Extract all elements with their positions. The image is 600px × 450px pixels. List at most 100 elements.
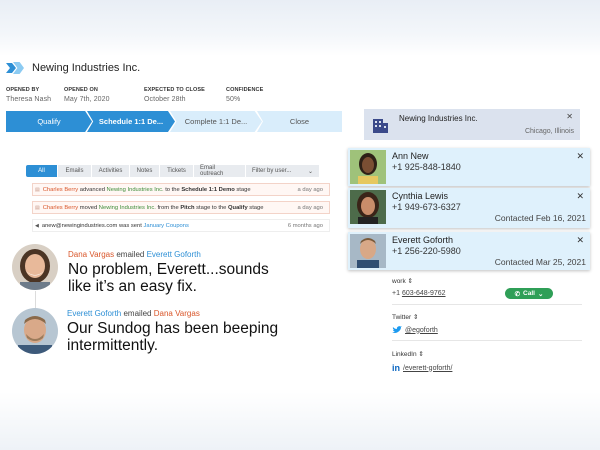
- stage-schedule-demo[interactable]: Schedule 1:1 De...: [87, 111, 175, 132]
- feed-text: was sent: [117, 222, 144, 229]
- avatar: [12, 244, 58, 290]
- contact-phone[interactable]: +1 925-848-1840: [392, 162, 461, 172]
- feed-stage: Qualify: [228, 204, 248, 211]
- call-button-label: Call: [523, 290, 535, 297]
- feed-item[interactable]: ▤ Charles Berry advanced Newing Industri…: [32, 183, 330, 196]
- sort-icon: ⇕: [407, 278, 413, 285]
- tab-all[interactable]: All: [26, 165, 58, 177]
- contact-phone[interactable]: +1 949-673-6327: [392, 202, 461, 212]
- close-icon[interactable]: ✕: [566, 112, 573, 121]
- contact-card[interactable]: Ann New +1 925-848-1840 ✕: [348, 148, 590, 186]
- twitter-label[interactable]: Twitter ⇕: [392, 313, 418, 321]
- feed-time: a day ago: [297, 204, 323, 211]
- feed-actor[interactable]: Charles Berry: [43, 205, 78, 211]
- sort-icon: ⇕: [412, 314, 419, 321]
- work-label-text: work: [392, 278, 406, 285]
- call-button[interactable]: ✆ Call ⌄: [505, 288, 553, 299]
- linkedin-handle[interactable]: in /everett-goforth/: [392, 363, 452, 373]
- tab-notes[interactable]: Notes: [130, 165, 160, 177]
- contact-name[interactable]: Ann New: [392, 151, 429, 161]
- tab-email-outreach[interactable]: Email outreach: [194, 165, 246, 177]
- twitter-handle[interactable]: @egoforth: [392, 326, 438, 334]
- email-recipient[interactable]: Dana Vargas: [154, 309, 200, 318]
- linkedin-handle-text: /everett-goforth/: [403, 364, 453, 372]
- twitter-handle-text: @egoforth: [405, 326, 438, 334]
- bottom-backdrop: [0, 392, 600, 450]
- contact-phone[interactable]: +1 256-220-5980: [392, 246, 461, 256]
- divider: [392, 340, 582, 341]
- app-logo-icon: [6, 62, 24, 74]
- user-filter-select[interactable]: Filter by user... ⌄: [246, 165, 320, 177]
- close-icon[interactable]: ✕: [576, 191, 584, 202]
- linkedin-label[interactable]: LinkedIn ⇕: [392, 350, 424, 358]
- email-message[interactable]: No problem, Everett...sounds like it’s a…: [68, 261, 269, 295]
- company-name[interactable]: Newing Industries Inc.: [399, 114, 478, 123]
- opportunity-header: Newing Industries Inc.: [6, 62, 140, 74]
- feed-item[interactable]: ◀ anew@newingindustries.com was sent Jan…: [32, 219, 330, 232]
- close-icon[interactable]: ✕: [576, 151, 584, 162]
- work-phone[interactable]: +1 603-648-9762: [392, 290, 446, 297]
- feed-text: from the: [155, 204, 181, 211]
- meta-opened-on: OPENED ON May 7th, 2020: [64, 87, 110, 103]
- activity-icon: ▤: [35, 204, 40, 211]
- contact-last-contacted: Contacted Mar 25, 2021: [494, 257, 586, 267]
- company-card[interactable]: Newing Industries Inc. Chicago, Illinois…: [364, 109, 580, 140]
- activity-icon: ▤: [35, 186, 40, 193]
- activity-filter-tabs: All Emails Activities Notes Tickets Emai…: [26, 165, 320, 177]
- contact-photo: [350, 234, 386, 268]
- feed-text: stage to the: [194, 204, 229, 211]
- contact-photo: [350, 150, 386, 184]
- email-action: emailed: [121, 309, 154, 318]
- stage-close[interactable]: Close: [257, 111, 342, 132]
- email-message[interactable]: Our Sundog has been beeping intermittent…: [67, 320, 278, 354]
- email-message-line: like it’s an easy fix.: [68, 278, 197, 295]
- avatar: [12, 308, 58, 354]
- linkedin-label-text: LinkedIn: [392, 351, 417, 358]
- divider: [392, 304, 582, 305]
- building-icon: [373, 119, 388, 133]
- feed-campaign-link[interactable]: January Coupons: [143, 223, 188, 229]
- work-phone-prefix: +1: [392, 290, 402, 297]
- contact-card[interactable]: Cynthia Lewis +1 949-673-6327 Contacted …: [348, 188, 590, 228]
- top-backdrop: [0, 0, 600, 56]
- close-icon[interactable]: ✕: [576, 235, 584, 246]
- feed-text: stage: [247, 204, 264, 211]
- work-phone-label[interactable]: work ⇕: [392, 277, 413, 285]
- feed-company-link[interactable]: Newing Industries Inc.: [99, 205, 156, 211]
- meta-expected-close: EXPECTED TO CLOSE October 28th: [144, 87, 205, 103]
- phone-icon: ✆: [514, 290, 521, 298]
- email-message-line: intermittently.: [67, 337, 159, 354]
- email-sender[interactable]: Dana Vargas: [68, 250, 114, 259]
- feed-company-link[interactable]: Newing Industries Inc.: [107, 187, 164, 193]
- tab-tickets[interactable]: Tickets: [160, 165, 194, 177]
- tab-activities[interactable]: Activities: [92, 165, 130, 177]
- company-location: Chicago, Illinois: [524, 128, 574, 135]
- linkedin-icon: in: [392, 363, 400, 373]
- conversation-connector: [35, 291, 36, 309]
- email-sender[interactable]: Everett Goforth: [67, 309, 121, 318]
- feed-text: to the: [163, 186, 182, 193]
- email-meta: Everett Goforth emailed Dana Vargas: [67, 309, 200, 318]
- contact-card[interactable]: Everett Goforth +1 256-220-5980 Contacte…: [348, 232, 590, 270]
- contact-name[interactable]: Cynthia Lewis: [392, 191, 448, 201]
- feed-actor[interactable]: Charles Berry: [43, 187, 78, 193]
- email-message-line: No problem, Everett...sounds: [68, 261, 269, 278]
- feed-text: stage: [234, 186, 251, 193]
- email-meta: Dana Vargas emailed Everett Goforth: [68, 250, 201, 259]
- feed-time: a day ago: [297, 186, 323, 193]
- tab-emails[interactable]: Emails: [58, 165, 92, 177]
- email-recipient[interactable]: Everett Goforth: [147, 250, 201, 259]
- chevron-down-icon: ⌄: [537, 290, 544, 298]
- contact-name[interactable]: Everett Goforth: [392, 235, 453, 245]
- feed-time: 6 months ago: [287, 222, 323, 229]
- feed-item[interactable]: ▤ Charles Berry moved Newing Industries …: [32, 201, 330, 214]
- contact-last-contacted: Contacted Feb 16, 2021: [494, 213, 586, 223]
- feed-stage: Pitch: [180, 204, 195, 211]
- stage-complete-demo[interactable]: Complete 1:1 De...: [170, 111, 262, 132]
- stage-qualify[interactable]: Qualify: [6, 111, 92, 132]
- sort-icon: ⇕: [418, 351, 424, 358]
- twitter-icon: [392, 326, 402, 333]
- page-title: Newing Industries Inc.: [32, 62, 141, 74]
- pipeline-stage-bar: Qualify Schedule 1:1 De... Complete 1:1 …: [6, 111, 347, 132]
- meta-confidence: CONFIDENCE 50%: [226, 87, 264, 103]
